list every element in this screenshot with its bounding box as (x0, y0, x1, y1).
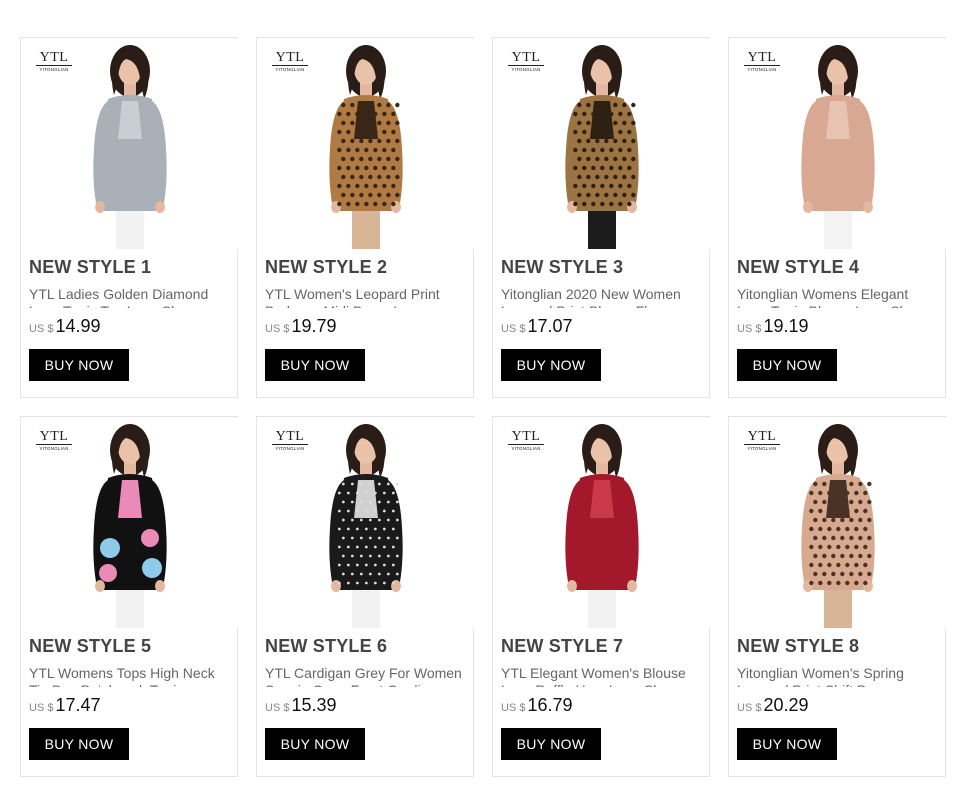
product-title[interactable]: NEW STYLE 1 (29, 257, 151, 278)
brand-logo: YTL YITONGLIAN (508, 51, 544, 72)
buy-now-button[interactable]: BUY NOW (737, 728, 837, 760)
logo-text: YTL (36, 430, 72, 445)
product-image[interactable]: YTL YITONGLIAN (258, 418, 474, 628)
product-description[interactable]: YTL Womens Tops High Neck Tie Dye Patchw… (29, 665, 231, 687)
price-amount: 14.99 (55, 316, 101, 336)
price-currency: US $ (501, 702, 526, 714)
price-currency: US $ (265, 702, 290, 714)
buy-now-button[interactable]: BUY NOW (265, 728, 365, 760)
product-price: US $17.07 (501, 316, 573, 337)
product-card-6[interactable]: YTL YITONGLIAN NEW STYLE 6 YTL Cardigan … (256, 416, 474, 777)
price-amount: 20.29 (763, 695, 809, 715)
product-title[interactable]: NEW STYLE 2 (265, 257, 387, 278)
product-grid: YTL YITONGLIAN NEW STYLE 1 YTL Ladies Go… (20, 37, 946, 777)
product-card-5[interactable]: YTL YITONGLIAN NEW STYLE 5 YTL Womens To… (20, 416, 238, 777)
logo-text: YTL (36, 51, 72, 66)
product-price: US $16.79 (501, 695, 573, 716)
product-card-3[interactable]: YTL YITONGLIAN NEW STYLE 3 Yitonglian 20… (492, 37, 710, 398)
logo-subtext: YITONGLIAN (511, 446, 541, 451)
brand-logo: YTL YITONGLIAN (272, 51, 308, 72)
logo-text: YTL (744, 51, 780, 66)
logo-text: YTL (272, 51, 308, 66)
product-title[interactable]: NEW STYLE 7 (501, 636, 623, 657)
price-currency: US $ (501, 323, 526, 335)
product-image[interactable]: YTL YITONGLIAN (494, 418, 710, 628)
product-card-2[interactable]: YTL YITONGLIAN NEW STYLE 2 YTL Women's L… (256, 37, 474, 398)
buy-now-button[interactable]: BUY NOW (29, 728, 129, 760)
brand-logo: YTL YITONGLIAN (272, 430, 308, 451)
price-amount: 15.39 (291, 695, 337, 715)
logo-text: YTL (508, 430, 544, 445)
price-amount: 17.07 (527, 316, 573, 336)
product-image[interactable]: YTL YITONGLIAN (22, 418, 238, 628)
logo-subtext: YITONGLIAN (275, 67, 305, 72)
product-title[interactable]: NEW STYLE 4 (737, 257, 859, 278)
product-title[interactable]: NEW STYLE 8 (737, 636, 859, 657)
brand-logo: YTL YITONGLIAN (744, 51, 780, 72)
product-title[interactable]: NEW STYLE 5 (29, 636, 151, 657)
product-image[interactable]: YTL YITONGLIAN (494, 39, 710, 249)
price-currency: US $ (737, 323, 762, 335)
product-description[interactable]: Yitonglian Womens Elegant Lace Tunic Blo… (737, 286, 939, 308)
product-price: US $19.79 (265, 316, 337, 337)
product-title[interactable]: NEW STYLE 6 (265, 636, 387, 657)
product-description[interactable]: YTL Ladies Golden Diamond Lace Tunic Top… (29, 286, 231, 308)
product-image[interactable]: YTL YITONGLIAN (22, 39, 238, 249)
logo-subtext: YITONGLIAN (747, 446, 777, 451)
product-image[interactable]: YTL YITONGLIAN (730, 418, 946, 628)
buy-now-button[interactable]: BUY NOW (737, 349, 837, 381)
product-image[interactable]: YTL YITONGLIAN (258, 39, 474, 249)
product-price: US $14.99 (29, 316, 101, 337)
price-amount: 19.19 (763, 316, 809, 336)
logo-subtext: YITONGLIAN (511, 67, 541, 72)
price-currency: US $ (737, 702, 762, 714)
brand-logo: YTL YITONGLIAN (36, 51, 72, 72)
product-description[interactable]: Yitonglian Women's Spring Leopard Print … (737, 665, 939, 687)
product-title[interactable]: NEW STYLE 3 (501, 257, 623, 278)
product-price: US $15.39 (265, 695, 337, 716)
logo-subtext: YITONGLIAN (747, 67, 777, 72)
product-card-4[interactable]: YTL YITONGLIAN NEW STYLE 4 Yitonglian Wo… (728, 37, 946, 398)
product-description[interactable]: YTL Elegant Women's Blouse Lace Ruffle H… (501, 665, 703, 687)
buy-now-button[interactable]: BUY NOW (29, 349, 129, 381)
logo-text: YTL (272, 430, 308, 445)
logo-subtext: YITONGLIAN (275, 446, 305, 451)
logo-subtext: YITONGLIAN (39, 67, 69, 72)
price-currency: US $ (265, 323, 290, 335)
product-card-8[interactable]: YTL YITONGLIAN NEW STYLE 8 Yitonglian Wo… (728, 416, 946, 777)
product-image[interactable]: YTL YITONGLIAN (730, 39, 946, 249)
product-description[interactable]: YTL Cardigan Grey For Women Sequin Open … (265, 665, 467, 687)
logo-subtext: YITONGLIAN (39, 446, 69, 451)
price-amount: 19.79 (291, 316, 337, 336)
product-price: US $17.47 (29, 695, 101, 716)
buy-now-button[interactable]: BUY NOW (501, 728, 601, 760)
price-currency: US $ (29, 702, 54, 714)
buy-now-button[interactable]: BUY NOW (501, 349, 601, 381)
price-amount: 16.79 (527, 695, 573, 715)
buy-now-button[interactable]: BUY NOW (265, 349, 365, 381)
price-amount: 17.47 (55, 695, 101, 715)
logo-text: YTL (508, 51, 544, 66)
brand-logo: YTL YITONGLIAN (36, 430, 72, 451)
brand-logo: YTL YITONGLIAN (508, 430, 544, 451)
product-description[interactable]: YTL Women's Leopard Print Bodycon Midi D… (265, 286, 467, 308)
product-description[interactable]: Yitonglian 2020 New Women Leopard Print … (501, 286, 703, 308)
product-price: US $19.19 (737, 316, 809, 337)
logo-text: YTL (744, 430, 780, 445)
product-price: US $20.29 (737, 695, 809, 716)
price-currency: US $ (29, 323, 54, 335)
product-card-7[interactable]: YTL YITONGLIAN NEW STYLE 7 YTL Elegant W… (492, 416, 710, 777)
product-card-1[interactable]: YTL YITONGLIAN NEW STYLE 1 YTL Ladies Go… (20, 37, 238, 398)
brand-logo: YTL YITONGLIAN (744, 430, 780, 451)
